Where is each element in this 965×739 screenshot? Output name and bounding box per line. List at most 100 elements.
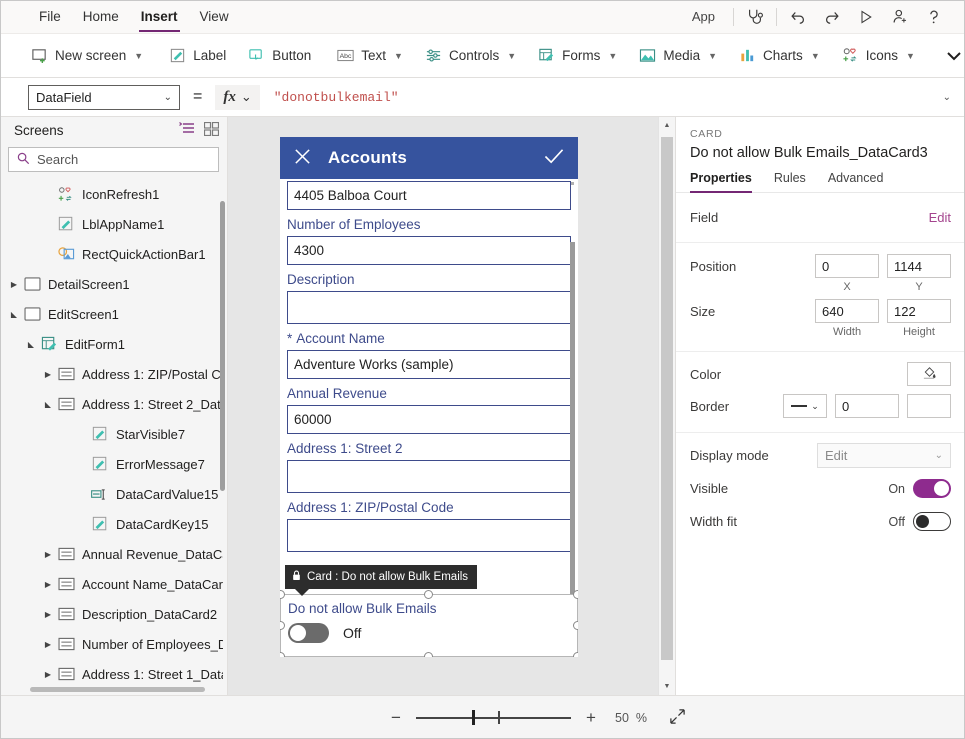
close-icon[interactable] xyxy=(293,147,312,169)
twisty-expanded-icon[interactable]: ◣ xyxy=(40,400,56,409)
border-color-swatch[interactable] xyxy=(907,394,951,418)
ribbon-text[interactable]: Abc Text ▼ xyxy=(326,34,414,78)
twisty-collapsed-icon[interactable]: ▶ xyxy=(40,550,56,559)
tree-item[interactable]: DataCardValue15 xyxy=(0,479,227,509)
scroll-thumb[interactable] xyxy=(570,242,575,622)
tree-item[interactable]: DataCardKey15 xyxy=(0,509,227,539)
resize-handle[interactable] xyxy=(424,652,433,657)
tree-item[interactable]: ▶Description_DataCard2 xyxy=(0,599,227,629)
selected-datacard[interactable]: Do not allow Bulk Emails Off Card : Do n… xyxy=(280,594,578,657)
resize-handle[interactable] xyxy=(573,590,578,599)
border-thickness-input[interactable]: 0 xyxy=(835,394,899,418)
zoom-out-button[interactable]: − xyxy=(382,704,410,732)
visible-toggle[interactable] xyxy=(913,479,951,498)
redo-icon[interactable] xyxy=(815,2,849,32)
width-fit-toggle[interactable] xyxy=(913,512,951,531)
zoom-slider[interactable] xyxy=(416,704,571,732)
twisty-collapsed-icon[interactable]: ▶ xyxy=(40,640,56,649)
tree-item[interactable]: RectQuickActionBar1 xyxy=(0,239,227,269)
formula-expand-icon[interactable]: ⌄ xyxy=(929,92,965,103)
ribbon-label-control[interactable]: Label xyxy=(158,34,237,78)
tree-view-icon[interactable] xyxy=(179,122,195,139)
position-y-input[interactable]: 1144 xyxy=(887,254,951,278)
resize-handle[interactable] xyxy=(280,621,285,630)
zoom-in-button[interactable]: + xyxy=(577,704,605,732)
field-input[interactable] xyxy=(287,519,571,552)
stethoscope-icon[interactable] xyxy=(738,2,772,32)
tree-item[interactable]: ErrorMessage7 xyxy=(0,449,227,479)
fx-button[interactable]: fx ⌄ xyxy=(215,85,259,110)
edit-field-link[interactable]: Edit xyxy=(929,210,951,225)
size-height-input[interactable]: 122 xyxy=(887,299,951,323)
ribbon-new-screen[interactable]: New screen ▼ xyxy=(20,34,154,78)
menu-item-file[interactable]: File xyxy=(28,0,72,34)
tree-item[interactable]: ◣Address 1: Street 2_DataCar xyxy=(0,389,227,419)
tree-item[interactable]: StarVisible7 xyxy=(0,419,227,449)
ribbon-overflow-button[interactable] xyxy=(932,34,965,78)
resize-handle[interactable] xyxy=(280,590,285,599)
ribbon-button-control[interactable]: Button xyxy=(237,34,322,78)
field-input[interactable]: 4300 xyxy=(287,236,571,265)
bulk-email-toggle[interactable] xyxy=(288,623,329,643)
tab-rules[interactable]: Rules xyxy=(774,171,806,192)
ribbon-controls[interactable]: Controls ▼ xyxy=(414,34,527,78)
fit-screen-icon[interactable] xyxy=(669,708,686,728)
form-scrollbar[interactable] xyxy=(570,182,575,657)
undo-icon[interactable] xyxy=(781,2,815,32)
size-width-input[interactable]: 640 xyxy=(815,299,879,323)
tree-item[interactable]: ▶Number of Employees_Data xyxy=(0,629,227,659)
scroll-up-icon[interactable]: ▲ xyxy=(659,117,675,134)
twisty-collapsed-icon[interactable]: ▶ xyxy=(40,580,56,589)
help-icon[interactable] xyxy=(917,2,951,32)
twisty-collapsed-icon[interactable]: ▶ xyxy=(40,370,56,379)
tree-item[interactable]: ◣EditForm1 xyxy=(0,329,227,359)
tree-item[interactable]: ▶Address 1: Street 1_DataCar xyxy=(0,659,227,689)
property-select[interactable]: DataField ⌄ xyxy=(28,85,180,110)
screens-tree[interactable]: IconRefresh1LblAppName1RectQuickActionBa… xyxy=(0,172,227,695)
menu-item-home[interactable]: Home xyxy=(72,0,130,34)
tree-item[interactable]: IconRefresh1 xyxy=(0,179,227,209)
search-input[interactable]: Search xyxy=(8,147,219,172)
menu-item-insert[interactable]: Insert xyxy=(130,0,189,34)
sidebar-horizontal-scrollbar[interactable] xyxy=(30,687,205,692)
resize-handle[interactable] xyxy=(424,590,433,599)
twisty-expanded-icon[interactable]: ◣ xyxy=(6,310,22,319)
resize-handle[interactable] xyxy=(280,652,285,657)
field-input[interactable]: 4405 Balboa Court xyxy=(287,181,571,210)
sidebar-vertical-scrollbar[interactable] xyxy=(220,201,225,491)
field-input[interactable]: Adventure Works (sample) xyxy=(287,350,571,379)
canvas-scrollbar[interactable]: ▲ ▼ xyxy=(658,117,675,695)
canvas-scroll-thumb[interactable] xyxy=(661,137,673,660)
checkmark-icon[interactable] xyxy=(543,147,565,169)
field-input[interactable] xyxy=(287,460,571,493)
tree-item[interactable]: ▶Address 1: ZIP/Postal Code_ xyxy=(0,359,227,389)
tree-item[interactable]: ◣EditScreen1 xyxy=(0,299,227,329)
tab-advanced[interactable]: Advanced xyxy=(828,171,884,192)
field-input[interactable] xyxy=(287,291,571,324)
tab-properties[interactable]: Properties xyxy=(690,171,752,192)
ribbon-charts[interactable]: Charts ▼ xyxy=(728,34,831,78)
resize-handle[interactable] xyxy=(573,621,578,630)
menu-item-view[interactable]: View xyxy=(189,0,240,34)
ribbon-media[interactable]: Media ▼ xyxy=(628,34,728,78)
slider-knob[interactable] xyxy=(472,710,475,725)
position-x-input[interactable]: 0 xyxy=(815,254,879,278)
tree-item[interactable]: ▶Annual Revenue_DataCard2 xyxy=(0,539,227,569)
fill-color-button[interactable] xyxy=(907,362,951,386)
border-style-select[interactable]: ⌄ xyxy=(783,394,827,418)
display-mode-select[interactable]: Edit ⌄ xyxy=(817,443,951,468)
ribbon-forms[interactable]: Forms ▼ xyxy=(527,34,628,78)
tree-item[interactable]: ▶DetailScreen1 xyxy=(0,269,227,299)
twisty-expanded-icon[interactable]: ◣ xyxy=(23,340,39,349)
ribbon-icons[interactable]: Icons ▼ xyxy=(831,34,926,78)
twisty-collapsed-icon[interactable]: ▶ xyxy=(6,280,22,289)
resize-handle[interactable] xyxy=(573,652,578,657)
twisty-collapsed-icon[interactable]: ▶ xyxy=(40,610,56,619)
field-input[interactable]: 60000 xyxy=(287,405,571,434)
scroll-down-icon[interactable]: ▼ xyxy=(659,678,675,695)
tree-item[interactable]: ▶Account Name_DataCard2 xyxy=(0,569,227,599)
thumbnail-view-icon[interactable] xyxy=(204,122,219,139)
tree-item[interactable]: LblAppName1 xyxy=(0,209,227,239)
twisty-collapsed-icon[interactable]: ▶ xyxy=(40,670,56,679)
play-icon[interactable] xyxy=(849,2,883,32)
